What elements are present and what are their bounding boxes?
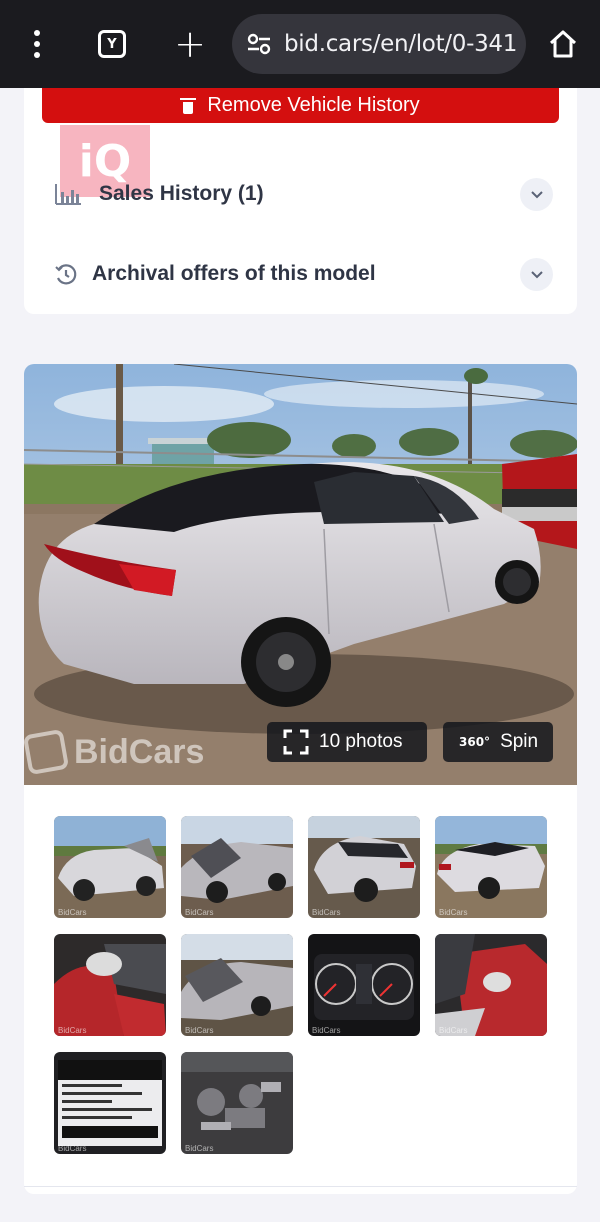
thumbnail-watermark: BidCars	[439, 1026, 468, 1035]
thumbnail[interactable]: BidCars	[181, 816, 293, 918]
photos-count-label: 10 photos	[319, 731, 403, 752]
history-icon	[55, 264, 77, 285]
spin-360-badge: 360°	[459, 735, 491, 749]
photo-gallery-card: BidCars 10 photos 360° Spin BidCars BidC…	[24, 364, 577, 1194]
thumbnail[interactable]: BidCars	[181, 1052, 293, 1154]
remove-vehicle-history-button[interactable]: Remove Vehicle History	[42, 88, 559, 123]
home-icon[interactable]	[545, 22, 581, 66]
thumbnail-watermark: BidCars	[58, 1026, 87, 1035]
address-bar[interactable]: bid.cars/en/lot/0-341	[232, 14, 526, 74]
thumbnail-watermark: BidCars	[312, 1026, 341, 1035]
sales-history-label: Sales History (1)	[99, 182, 264, 205]
thumbnail[interactable]: BidCars	[435, 934, 547, 1036]
spin-label: Spin	[500, 731, 539, 752]
tab-switcher-button[interactable]: Y	[97, 22, 127, 66]
thumbnail-watermark: BidCars	[58, 1144, 87, 1153]
thumbnail[interactable]: BidCars	[54, 934, 166, 1036]
new-tab-button[interactable]: +	[172, 22, 208, 66]
trash-icon	[180, 97, 197, 114]
remove-vehicle-history-label: Remove Vehicle History	[207, 94, 420, 116]
archival-offers-accordion[interactable]: Archival offers of this model	[24, 250, 577, 300]
thumbnail[interactable]: BidCars	[435, 816, 547, 918]
thumbnail[interactable]: BidCars	[181, 934, 293, 1036]
site-settings-icon[interactable]	[246, 31, 272, 57]
thumbnail-grid: BidCars BidCars BidCars BidCars BidCars …	[54, 816, 550, 1166]
spin-360-button[interactable]: 360° Spin	[443, 722, 553, 762]
url-text: bid.cars/en/lot/0-341	[284, 31, 518, 57]
tab-count-label: Y	[98, 30, 126, 58]
fullscreen-icon	[283, 729, 309, 755]
chevron-down-icon[interactable]	[520, 178, 553, 211]
thumbnail-watermark: BidCars	[439, 908, 468, 917]
bidcars-watermark-text: BidCars	[74, 732, 205, 771]
thumbnail-watermark: BidCars	[185, 1026, 214, 1035]
thumbnail[interactable]: BidCars	[54, 1052, 166, 1154]
vehicle-history-card: Remove Vehicle History iQ Sales History …	[24, 88, 577, 314]
menu-dots-icon[interactable]	[22, 22, 52, 66]
bidcars-watermark: BidCars	[24, 728, 205, 776]
thumbnail[interactable]: BidCars	[308, 934, 420, 1036]
chevron-down-icon[interactable]	[520, 258, 553, 291]
thumbnail-watermark: BidCars	[312, 908, 341, 917]
thumbnail-watermark: BidCars	[185, 1144, 214, 1153]
browser-toolbar: Y + bid.cars/en/lot/0-341	[0, 0, 600, 88]
sales-history-accordion[interactable]: Sales History (1)	[24, 170, 577, 220]
main-vehicle-photo[interactable]: BidCars 10 photos 360° Spin	[24, 364, 577, 785]
thumbnail[interactable]: BidCars	[54, 816, 166, 918]
thumbnail-watermark: BidCars	[58, 908, 87, 917]
thumbnail[interactable]: BidCars	[308, 816, 420, 918]
thumbnail-watermark: BidCars	[185, 908, 214, 917]
bidcars-logo-icon	[24, 728, 70, 776]
archival-offers-label: Archival offers of this model	[92, 262, 376, 285]
all-photos-button[interactable]: 10 photos	[267, 722, 427, 762]
bar-chart-icon	[55, 184, 81, 205]
section-divider	[24, 1186, 577, 1187]
